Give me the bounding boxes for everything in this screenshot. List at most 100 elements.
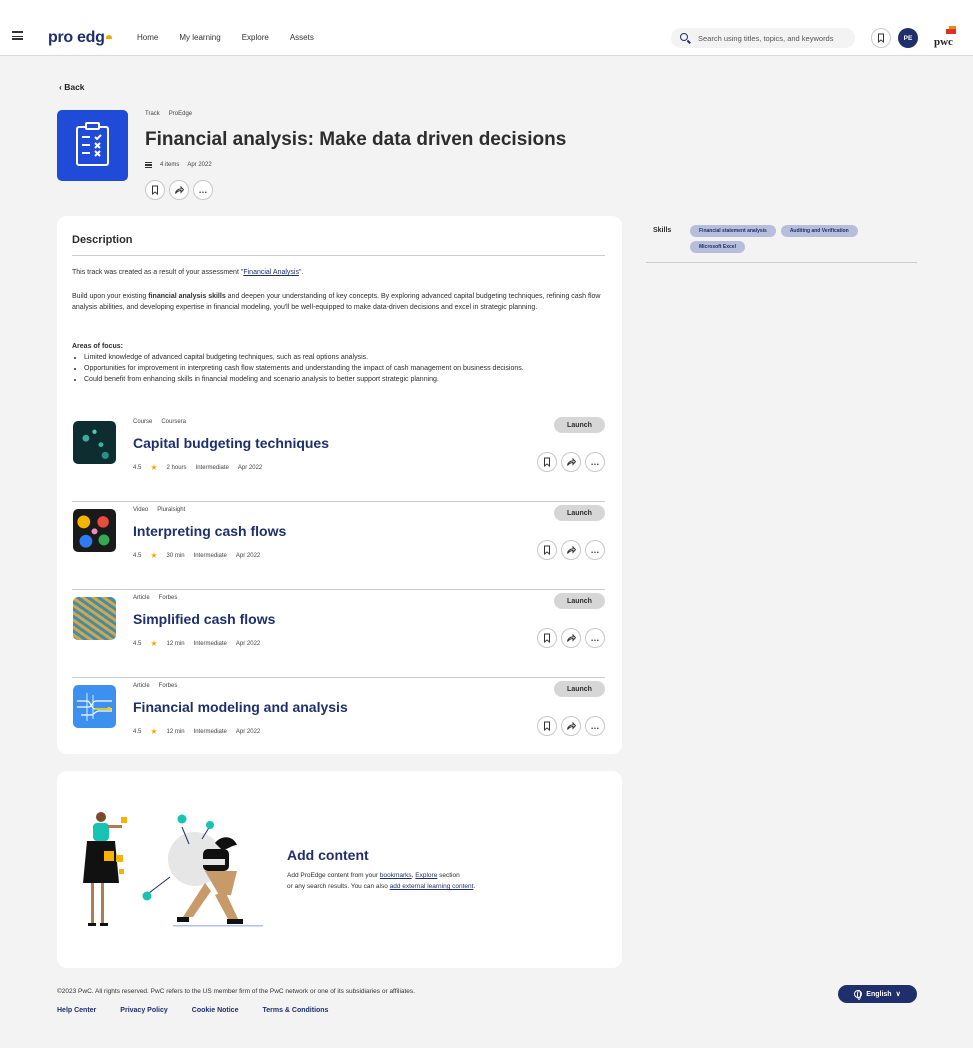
bookmark-icon	[544, 457, 550, 467]
nav-explore[interactable]: Explore	[242, 33, 269, 42]
item-bookmark-button[interactable]	[537, 452, 557, 472]
share-icon	[567, 457, 576, 466]
add-content-text: Add ProEdge content from your bookmarks,…	[287, 870, 547, 892]
item-bookmark-button[interactable]	[537, 716, 557, 736]
item-stats: 4.5 ★ 30 min Intermediate Apr 2022	[133, 551, 260, 560]
circuit-illustration	[77, 693, 112, 721]
footer-link-help-center[interactable]: Help Center	[57, 1007, 96, 1014]
item-share-button[interactable]	[561, 716, 581, 736]
item-provider: Forbes	[158, 683, 178, 689]
language-selector[interactable]: English ∨	[838, 985, 917, 1003]
content-item[interactable]: Video Pluralsight Interpreting cash flows…	[72, 502, 605, 590]
list-item: Limited knowledge of advanced capital bu…	[84, 353, 605, 364]
description-body: Build upon your existing financial analy…	[72, 292, 605, 314]
share-icon	[567, 545, 576, 554]
skill-chip[interactable]: Auditing and Verification	[780, 225, 858, 237]
footer-link-privacy-policy[interactable]: Privacy Policy	[120, 1007, 167, 1014]
item-level: Intermediate	[193, 728, 227, 735]
item-thumbnail	[73, 597, 116, 640]
areas-of-focus: Areas of focus: Limited knowledge of adv…	[72, 342, 605, 385]
chevron-down-icon: ∨	[895, 991, 901, 998]
content-item[interactable]: Article Forbes Financial modeling and ana…	[72, 678, 605, 766]
bookmarks-button[interactable]	[871, 28, 891, 48]
item-share-button[interactable]	[561, 452, 581, 472]
nav-home[interactable]: Home	[137, 33, 158, 42]
item-level: Intermediate	[193, 552, 227, 559]
content-item[interactable]: Article Forbes Simplified cash flows 4.5 ★…	[72, 590, 605, 678]
item-duration: 12 min	[166, 640, 185, 647]
proedge-logo[interactable]: pro edg	[48, 29, 112, 47]
page-title: Financial analysis: Make data driven dec…	[145, 129, 567, 150]
search-icon[interactable]	[680, 33, 688, 41]
star-icon: ★	[150, 463, 158, 472]
star-icon: ★	[150, 727, 158, 736]
footer-link-terms[interactable]: Terms & Conditions	[262, 1007, 328, 1014]
description-heading: Description	[72, 234, 133, 246]
back-label: Back	[64, 82, 85, 92]
item-bookmark-button[interactable]	[537, 628, 557, 648]
avatar[interactable]: PE	[898, 28, 918, 48]
content-item[interactable]: Course Coursera Capital budgeting techniq…	[72, 414, 605, 502]
back-link[interactable]: ‹ Back	[59, 82, 85, 92]
star-icon: ★	[150, 551, 158, 560]
item-type: Video	[133, 507, 149, 513]
item-more-button[interactable]: …	[585, 628, 605, 648]
launch-button[interactable]: Launch	[554, 681, 605, 697]
add-line2-suffix: .	[473, 883, 476, 891]
item-thumbnail	[73, 509, 116, 552]
track-details: 4 items Apr 2022	[145, 162, 212, 168]
track-provider: ProEdge	[168, 111, 193, 117]
item-share-button[interactable]	[561, 540, 581, 560]
description-divider	[72, 255, 605, 256]
item-date: Apr 2022	[235, 552, 261, 559]
more-options-icon: …	[590, 456, 600, 467]
item-actions: …	[537, 628, 605, 648]
track-more-button[interactable]: …	[193, 180, 213, 200]
launch-button[interactable]: Launch	[554, 593, 605, 609]
main-nav: Home My learning Explore Assets	[137, 33, 314, 42]
item-more-button[interactable]: …	[585, 716, 605, 736]
item-title[interactable]: Simplified cash flows	[133, 611, 275, 627]
list-item: Could benefit from enhancing skills in f…	[84, 375, 605, 386]
menu-icon[interactable]	[12, 31, 23, 40]
footer-link-cookie-notice[interactable]: Cookie Notice	[192, 1007, 239, 1014]
item-thumbnail	[73, 421, 116, 464]
item-more-button[interactable]: …	[585, 540, 605, 560]
track-item-count: 4 items	[160, 162, 180, 168]
item-more-button[interactable]: …	[585, 452, 605, 472]
item-bookmark-button[interactable]	[537, 540, 557, 560]
track-share-button[interactable]	[169, 180, 189, 200]
item-date: Apr 2022	[235, 640, 261, 647]
assessment-intro: This track was created as a result of yo…	[72, 268, 605, 279]
item-title[interactable]: Interpreting cash flows	[133, 523, 286, 539]
external-content-link[interactable]: add external learning content	[390, 883, 474, 890]
search-input[interactable]	[698, 28, 848, 48]
item-meta: Video Pluralsight	[133, 507, 185, 513]
item-provider: Forbes	[158, 595, 178, 601]
add-line2-prefix: or any search results. You can also	[287, 883, 390, 891]
skills-chips: Financial statement analysis Auditing an…	[690, 225, 890, 253]
pwc-wordmark: pwc	[934, 36, 953, 48]
item-title[interactable]: Financial modeling and analysis	[133, 699, 348, 715]
skill-chip[interactable]: Financial statement analysis	[690, 225, 776, 237]
explore-link[interactable]: Explore	[415, 872, 437, 879]
bookmarks-link[interactable]: bookmarks	[380, 872, 412, 879]
search-bar	[671, 28, 855, 48]
more-options-icon: …	[198, 184, 208, 195]
more-options-icon: …	[590, 632, 600, 643]
skills-label: Skills	[653, 227, 672, 234]
nav-assets[interactable]: Assets	[290, 33, 314, 42]
list-icon	[145, 162, 152, 168]
track-type: Track	[145, 111, 160, 117]
launch-button[interactable]: Launch	[554, 417, 605, 433]
item-rating: 4.5	[133, 552, 142, 559]
nav-my-learning[interactable]: My learning	[179, 33, 220, 42]
track-bookmark-button[interactable]	[145, 180, 165, 200]
bookmark-icon	[544, 721, 550, 731]
item-share-button[interactable]	[561, 628, 581, 648]
assessment-link[interactable]: Financial Analysis	[243, 269, 299, 276]
launch-button[interactable]: Launch	[554, 505, 605, 521]
skill-chip[interactable]: Microsoft Excel	[690, 241, 745, 253]
item-title[interactable]: Capital budgeting techniques	[133, 435, 329, 451]
item-actions: …	[537, 452, 605, 472]
